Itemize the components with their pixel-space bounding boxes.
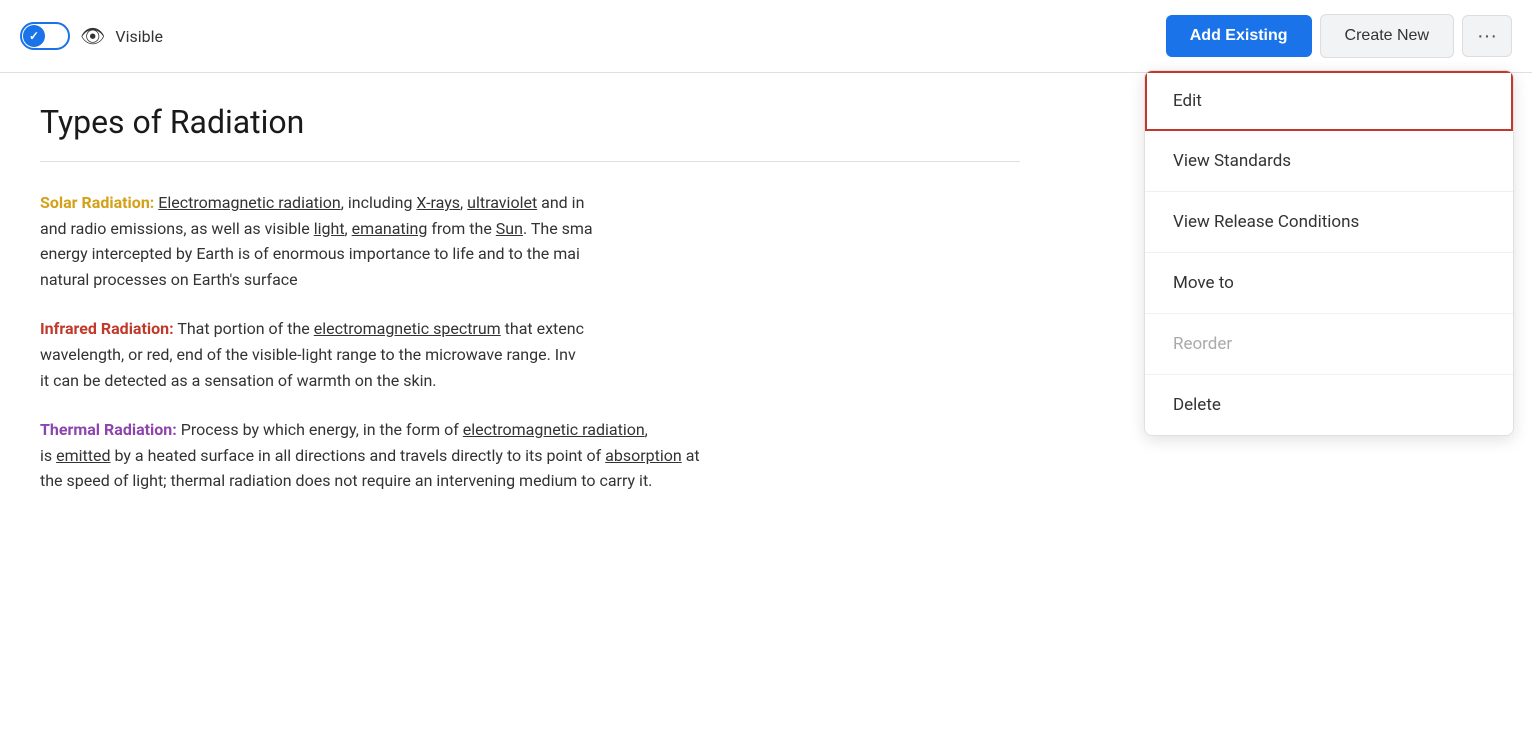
toolbar-right: Add Existing Create New ···: [1166, 14, 1512, 58]
create-new-button[interactable]: Create New: [1320, 14, 1454, 58]
electromagnetic-link[interactable]: Electromagnetic radiation: [158, 193, 341, 212]
thermal-label: Thermal Radiation:: [40, 420, 177, 439]
emanating-link[interactable]: emanating: [352, 219, 428, 238]
toggle-wrapper: [20, 22, 70, 50]
view-release-conditions-label: View Release Conditions: [1173, 212, 1359, 232]
dropdown-menu: Edit View Standards View Release Conditi…: [1144, 70, 1514, 436]
infrared-radiation-section: Infrared Radiation: That portion of the …: [40, 316, 1020, 393]
dropdown-item-view-release-conditions[interactable]: View Release Conditions: [1145, 192, 1513, 253]
absorption-link[interactable]: absorption: [605, 446, 682, 465]
visible-toggle[interactable]: [20, 22, 70, 50]
infrared-label: Infrared Radiation:: [40, 319, 174, 338]
move-to-label: Move to: [1173, 273, 1234, 293]
edit-label: Edit: [1173, 91, 1202, 111]
em-radiation-link[interactable]: electromagnetic radiation: [463, 420, 645, 439]
toggle-knob: [23, 25, 45, 47]
main-content: Types of Radiation Solar Radiation: Elec…: [0, 73, 1060, 548]
dropdown-item-delete[interactable]: Delete: [1145, 375, 1513, 435]
dropdown-item-edit[interactable]: Edit: [1145, 71, 1513, 131]
light-link[interactable]: light: [314, 219, 345, 238]
more-icon: ···: [1477, 26, 1497, 46]
reorder-label: Reorder: [1173, 334, 1232, 354]
view-standards-label: View Standards: [1173, 151, 1291, 171]
solar-radiation-section: Solar Radiation: Electromagnetic radiati…: [40, 190, 1020, 292]
page-title: Types of Radiation: [40, 103, 1020, 141]
xrays-link[interactable]: X-rays: [416, 193, 460, 212]
em-spectrum-link[interactable]: electromagnetic spectrum: [314, 319, 501, 338]
eye-icon: 👁: [80, 24, 105, 48]
ultraviolet-link[interactable]: ultraviolet: [467, 193, 537, 212]
more-options-button[interactable]: ···: [1462, 15, 1512, 57]
toolbar-left: 👁 Visible: [20, 22, 163, 50]
visible-label: Visible: [115, 27, 163, 46]
solar-label: Solar Radiation:: [40, 193, 154, 212]
add-existing-button[interactable]: Add Existing: [1166, 15, 1312, 57]
sun-link[interactable]: Sun: [496, 219, 523, 238]
dropdown-item-reorder: Reorder: [1145, 314, 1513, 375]
content-divider: [40, 161, 1020, 162]
dropdown-item-move-to[interactable]: Move to: [1145, 253, 1513, 314]
emitted-link[interactable]: emitted: [56, 446, 110, 465]
thermal-radiation-section: Thermal Radiation: Process by which ener…: [40, 417, 1020, 494]
toolbar: 👁 Visible Add Existing Create New ···: [0, 0, 1532, 73]
dropdown-item-view-standards[interactable]: View Standards: [1145, 131, 1513, 192]
delete-label: Delete: [1173, 395, 1221, 415]
